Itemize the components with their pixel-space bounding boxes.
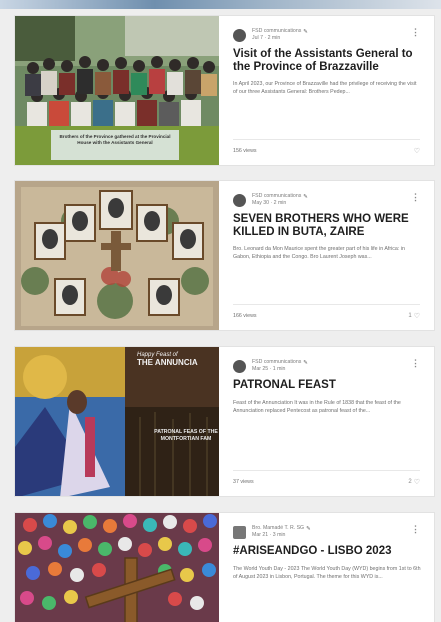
like-button[interactable]: 2 ♡ [408,478,420,486]
post-footer: 37 views 2 ♡ [233,470,420,486]
post-title[interactable]: #ARISEANDGO - LISBO 2023 [233,545,422,558]
post-meta: FSD communications ✎ May 30 · 2 min [233,193,422,207]
post-thumbnail[interactable] [15,181,219,330]
post-content: FSD communications ✎ Jul 7 · 2 min ⋮ Vis… [219,16,434,165]
post-excerpt: Bro. Leonard da Mon Maurice spent the gr… [233,246,405,260]
post-card[interactable]: Happy Feast of THE ANNUNCIA PATRONAL FEA… [14,346,435,497]
heart-icon: ♡ [413,313,420,320]
post-footer: 156 views ♡ [233,139,420,155]
heart-icon: ♡ [413,148,420,155]
edit-icon: ✎ [303,193,308,200]
blog-feed: Brothers of the Province gathered at the… [0,0,441,622]
post-title[interactable]: Visit of the Assistants General to the P… [233,48,422,73]
post-meta: FSD communications ✎ Mar 25 · 1 min [233,359,422,373]
like-count: 1 [408,313,412,319]
avatar[interactable] [233,525,246,539]
post-date-readtime: May 30 · 2 min [252,200,287,206]
like-button[interactable]: ♡ [414,147,420,155]
post-card[interactable]: Bro. Mamadé T. R. SG ✎ Mar 21 · 3 min ⋮ … [14,512,435,622]
memorial-poster-image [15,181,219,330]
view-count: 156 views [233,148,257,154]
more-options-icon[interactable]: ⋮ [411,525,420,534]
post-footer: 166 views 1 ♡ [233,304,420,320]
post-author[interactable]: FSD communications [252,359,301,366]
post-title[interactable]: SEVEN BROTHERS WHO WERE KILLED IN BUTA, … [233,213,422,238]
annunciation-poster-image [15,347,219,496]
post-content: FSD communications ✎ May 30 · 2 min ⋮ SE… [219,181,434,330]
post-thumbnail[interactable] [15,513,219,622]
post-thumbnail[interactable]: Brothers of the Province gathered at the… [15,16,219,165]
view-count: 166 views [233,313,257,319]
like-count: 2 [408,479,412,485]
poster-line2: THE ANNUNCIA [137,358,198,367]
like-button[interactable]: 1 ♡ [408,312,420,320]
post-meta: Bro. Mamadé T. R. SG ✎ Mar 21 · 3 min [233,525,422,539]
post-card[interactable]: Brothers of the Province gathered at the… [14,15,435,166]
post-content: Bro. Mamadé T. R. SG ✎ Mar 21 · 3 min ⋮ … [219,513,434,622]
post-content: FSD communications ✎ Mar 25 · 1 min ⋮ PA… [219,347,434,496]
post-excerpt: Feast of the Annunciation It was in the … [233,399,401,414]
post-excerpt: The World Youth Day - 2023 The World You… [233,565,421,580]
edit-icon: ✎ [303,28,308,35]
avatar[interactable] [233,359,246,373]
avatar[interactable] [233,193,246,207]
post-date-readtime: Mar 25 · 1 min [252,366,286,372]
poster-subtitle: PATRONAL FEAS OF THE MONTFORTIAN FAM [154,429,218,442]
post-excerpt: In April 2023, our Province of Brazzavil… [233,81,417,95]
post-author[interactable]: FSD communications [252,193,301,200]
more-options-icon[interactable]: ⋮ [411,28,420,37]
post-author[interactable]: Bro. Mamadé T. R. SG [252,525,304,532]
post-card[interactable]: FSD communications ✎ May 30 · 2 min ⋮ SE… [14,180,435,331]
post-meta: FSD communications ✎ Jul 7 · 2 min [233,28,422,42]
post-title[interactable]: PATRONAL FEAST [233,379,422,392]
avatar[interactable] [233,28,246,42]
edit-icon: ✎ [303,359,308,366]
more-options-icon[interactable]: ⋮ [411,359,420,368]
post-author[interactable]: FSD communications [252,28,301,35]
more-options-icon[interactable]: ⋮ [411,193,420,202]
post-thumbnail[interactable]: Happy Feast of THE ANNUNCIA PATRONAL FEA… [15,347,219,496]
image-caption: Brothers of the Province gathered at the… [51,130,179,160]
poster-heading: Happy Feast of THE ANNUNCIA [137,351,217,367]
edit-icon: ✎ [306,525,311,532]
post-date-readtime: Mar 21 · 3 min [252,532,286,538]
crowd-cross-image [15,513,219,622]
post-date-readtime: Jul 7 · 2 min [252,35,281,41]
view-count: 37 views [233,479,254,485]
heart-icon: ♡ [413,479,420,486]
